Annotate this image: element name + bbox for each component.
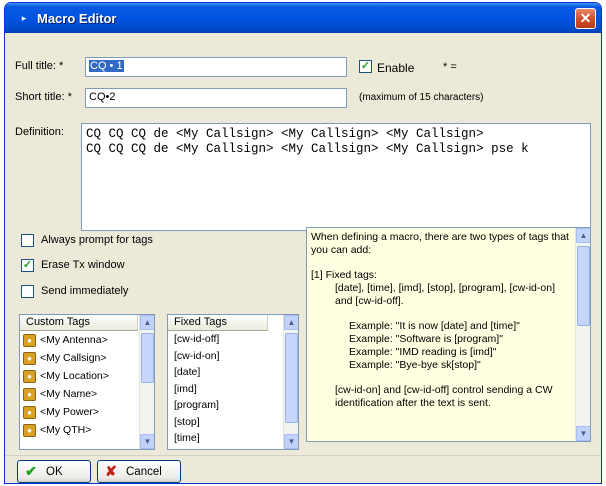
enable-checkbox[interactable]: ✓ <box>359 60 372 73</box>
button-bar: ✔ OK ✘ Cancel <box>5 455 601 483</box>
scroll-thumb[interactable] <box>141 333 154 383</box>
custom-tags-scrollbar[interactable]: ▲ ▼ <box>139 315 154 449</box>
list-item[interactable]: ● <My Antenna> <box>20 331 154 349</box>
list-item[interactable]: [imd] <box>168 381 298 398</box>
definition-line: CQ CQ CQ de <My Callsign> <My Callsign> … <box>86 142 529 156</box>
help-fixed-heading: [1] Fixed tags: <box>311 269 377 281</box>
list-item[interactable]: [time] <box>168 430 298 447</box>
full-title-value: CQ • 1 <box>89 60 124 72</box>
help-intro: When defining a macro, there are two typ… <box>311 231 569 256</box>
fixed-tags-header[interactable]: Fixed Tags <box>168 315 268 331</box>
custom-tags-list[interactable]: Custom Tags ● <My Antenna> ● <My Callsign>… <box>19 314 155 450</box>
short-title-input[interactable]: CQ•2 <box>85 88 347 108</box>
cancel-label: Cancel <box>126 465 162 478</box>
scroll-up-icon[interactable]: ▲ <box>284 315 298 330</box>
close-icon: ✕ <box>579 10 592 26</box>
list-item[interactable]: [date] <box>168 364 298 381</box>
scroll-thumb[interactable] <box>577 246 590 326</box>
list-item[interactable]: ● <My Callsign> <box>20 349 154 367</box>
enable-label: Enable <box>377 61 415 75</box>
list-item[interactable]: [cw-id-off] <box>168 331 298 348</box>
help-example: Example: "IMD reading is [imd]" <box>349 346 497 358</box>
scroll-up-icon[interactable]: ▲ <box>576 228 590 243</box>
tag-icon: ● <box>23 387 36 401</box>
macro-editor-window: ▸ Macro Editor ✕ Full title: * CQ • 1 ✓ … <box>4 2 602 484</box>
list-item[interactable]: [program] <box>168 397 298 414</box>
send-immediately-checkbox[interactable] <box>21 285 34 298</box>
help-cwid-desc: [cw-id-on] and [cw-id-off] control sendi… <box>335 384 553 409</box>
help-example: Example: "It is now [date] and [time]" <box>349 320 520 332</box>
list-item[interactable]: ● <My QTH> <box>20 421 154 439</box>
tag-icon: ● <box>23 351 36 365</box>
close-button[interactable]: ✕ <box>575 8 596 29</box>
scroll-up-icon[interactable]: ▲ <box>140 315 154 330</box>
always-prompt-label: Always prompt for tags <box>41 234 153 246</box>
tag-icon: ● <box>23 369 36 383</box>
cancel-button[interactable]: ✘ Cancel <box>97 460 181 483</box>
full-title-label: Full title: * <box>15 60 64 72</box>
definition-label: Definition: <box>15 126 64 138</box>
short-title-value: CQ•2 <box>89 91 116 103</box>
always-prompt-checkbox[interactable] <box>21 234 34 247</box>
definition-textarea[interactable]: CQ CQ CQ de <My Callsign> <My Callsign> … <box>81 123 591 231</box>
ok-label: OK <box>46 465 63 478</box>
help-example: Example: "Software is [program]" <box>349 333 503 345</box>
definition-line: CQ CQ CQ de <My Callsign> <My Callsign> … <box>86 127 484 141</box>
ok-button[interactable]: ✔ OK <box>17 460 91 483</box>
enable-note: * = <box>443 61 457 73</box>
list-item[interactable]: [stop] <box>168 414 298 431</box>
help-scrollbar[interactable]: ▲ ▼ <box>575 228 590 441</box>
cancel-x-icon: ✘ <box>105 463 117 479</box>
list-item[interactable]: ● <My Location> <box>20 367 154 385</box>
short-title-label: Short title: * <box>15 91 72 103</box>
scroll-down-icon[interactable]: ▼ <box>140 434 154 449</box>
send-immediately-label: Send immediately <box>41 285 129 297</box>
help-example: Example: "Bye-bye sk[stop]" <box>349 359 481 371</box>
help-panel[interactable]: When defining a macro, there are two typ… <box>306 227 591 442</box>
full-title-input[interactable]: CQ • 1 <box>85 57 347 77</box>
erase-tx-checkbox[interactable]: ✓ <box>21 259 34 272</box>
custom-tags-header[interactable]: Custom Tags <box>20 315 138 331</box>
scroll-thumb[interactable] <box>285 333 298 423</box>
fixed-tags-scrollbar[interactable]: ▲ ▼ <box>283 315 298 449</box>
fixed-tags-list[interactable]: Fixed Tags [cw-id-off] [cw-id-on] [date]… <box>167 314 299 450</box>
title-bar[interactable]: ▸ Macro Editor ✕ <box>5 3 601 33</box>
scroll-down-icon[interactable]: ▼ <box>576 426 590 441</box>
list-item[interactable]: ● <My Power> <box>20 403 154 421</box>
list-item[interactable]: ● <My Name> <box>20 385 154 403</box>
tag-icon: ● <box>23 405 36 419</box>
help-fixed-desc: [date], [time], [imd], [stop], [program]… <box>335 282 555 307</box>
tag-icon: ● <box>23 423 36 437</box>
window-title: Macro Editor <box>37 10 117 26</box>
erase-tx-label: Erase Tx window <box>41 259 125 271</box>
scroll-down-icon[interactable]: ▼ <box>284 434 298 449</box>
tag-icon: ● <box>23 333 36 347</box>
list-item[interactable]: [cw-id-on] <box>168 348 298 365</box>
short-title-hint: (maximum of 15 characters) <box>359 92 484 103</box>
checkmark-icon: ✔ <box>25 463 37 479</box>
app-icon: ▸ <box>21 12 27 23</box>
